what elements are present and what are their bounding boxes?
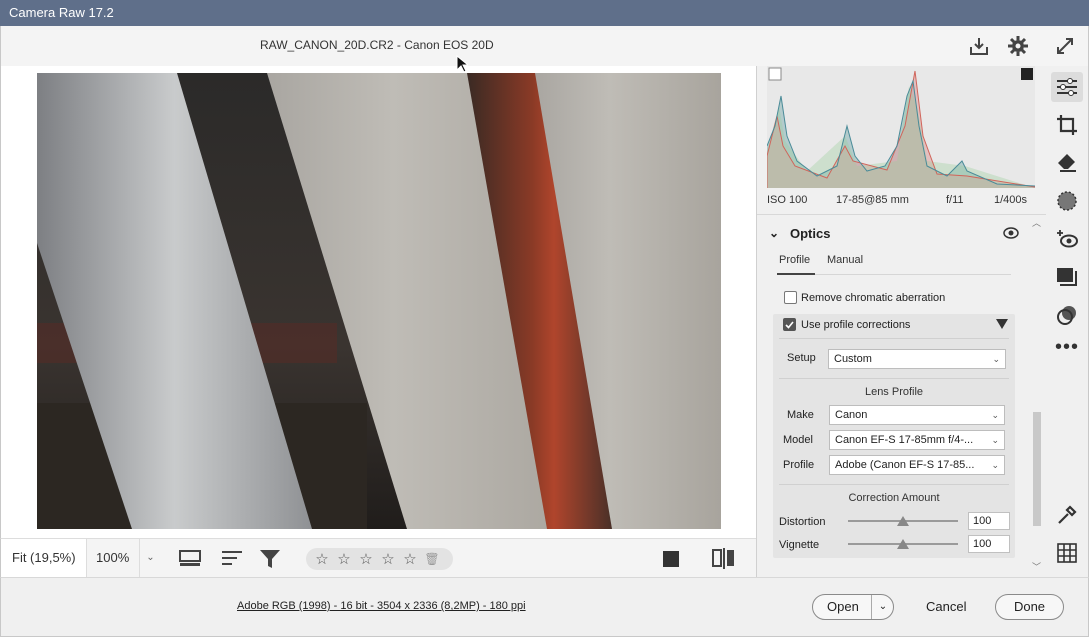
separator — [779, 484, 1009, 485]
panel-scrollbar[interactable]: ︿ ﹀ — [1031, 216, 1043, 576]
zoom-dropdown-icon[interactable]: ⌄ — [139, 539, 161, 577]
divider — [757, 214, 1047, 215]
make-select[interactable]: Canon ⌄ — [829, 405, 1005, 425]
star-3-icon[interactable]: ☆ — [358, 550, 374, 568]
star-4-icon[interactable]: ☆ — [380, 550, 396, 568]
trash-icon[interactable]: 🗑 — [424, 552, 440, 566]
use-profile-label: Use profile corrections — [801, 319, 911, 331]
profile-select[interactable]: Adobe (Canon EF-S 17-85... ⌄ — [829, 455, 1005, 475]
star-rating[interactable]: ☆ ☆ ☆ ☆ ☆ 🗑 — [306, 548, 453, 570]
expand-triangle-icon[interactable] — [996, 319, 1008, 329]
star-5-icon[interactable]: ☆ — [402, 550, 418, 568]
zoom-fit-label: Fit (19,5%) — [12, 550, 76, 565]
chevron-down-icon: ⌄ — [992, 354, 1000, 364]
done-label: Done — [1013, 599, 1046, 614]
save-icon[interactable] — [967, 34, 991, 58]
distortion-value-field[interactable]: 100 — [968, 512, 1010, 530]
cancel-button[interactable]: Cancel — [926, 594, 966, 620]
sort-icon[interactable] — [221, 549, 245, 572]
viewer-toolbar: Fit (19,5%) 100% ⌄ ☆ ☆ ☆ ☆ ☆ 🗑 — [0, 538, 756, 577]
separator — [779, 378, 1009, 379]
gear-icon[interactable] — [1006, 34, 1030, 58]
profile-corrections-group: Use profile corrections Setup Custom ⌄ Le… — [773, 314, 1015, 558]
model-select[interactable]: Canon EF-S 17-85mm f/4-... ⌄ — [829, 430, 1005, 450]
model-value: Canon EF-S 17-85mm f/4-... — [835, 434, 974, 446]
redeye-icon[interactable] — [1051, 224, 1083, 254]
profile-value: Adobe (Canon EF-S 17-85... — [835, 459, 975, 471]
lens-profile-heading: Lens Profile — [864, 386, 924, 398]
vignette-value-field[interactable]: 100 — [968, 535, 1010, 553]
setup-select[interactable]: Custom ⌄ — [828, 349, 1006, 369]
exif-iso: ISO 100 — [767, 194, 808, 206]
grid-icon[interactable] — [1051, 538, 1083, 568]
optics-title[interactable]: Optics — [790, 226, 830, 241]
histogram — [766, 66, 1036, 188]
window-title: Camera Raw 17.2 — [9, 5, 114, 20]
vignette-label: Vignette — [779, 539, 820, 551]
file-name: RAW_CANON_20D.CR2 - Canon EOS 20D — [260, 38, 494, 52]
distortion-label: Distortion — [779, 516, 826, 528]
open-button[interactable]: Open ⌄ — [812, 594, 894, 620]
workflow-options-link[interactable]: Adobe RGB (1998) - 16 bit - 3504 x 2336 … — [237, 600, 526, 612]
eyedropper-icon[interactable] — [1051, 500, 1083, 530]
presets-icon[interactable] — [1051, 262, 1083, 292]
tab-manual[interactable]: Manual — [827, 254, 863, 266]
distortion-slider-thumb[interactable] — [897, 516, 909, 526]
tab-profile[interactable]: Profile — [779, 254, 810, 266]
vignette-slider-thumb[interactable] — [897, 539, 909, 549]
exif-aperture: f/11 — [946, 194, 964, 206]
edit-panel: ISO 100 17-85@85 mm f/11 1/400s ⌄ Optics… — [756, 66, 1047, 577]
fullscreen-icon[interactable] — [1053, 34, 1077, 58]
model-label: Model — [783, 434, 813, 446]
snapshots-icon[interactable] — [1051, 300, 1083, 330]
filmstrip-icon[interactable] — [179, 549, 203, 572]
setup-label: Setup — [787, 352, 816, 364]
done-button[interactable]: Done — [995, 594, 1064, 620]
background-color-icon[interactable] — [663, 551, 679, 567]
window-titlebar: Camera Raw 17.2 — [0, 0, 1089, 26]
chevron-down-icon: ⌄ — [991, 435, 999, 445]
separator — [779, 338, 1009, 339]
profile-label: Profile — [783, 459, 815, 471]
tab-active-indicator — [777, 273, 815, 275]
zoom-fit-button[interactable]: Fit (19,5%) — [1, 539, 87, 577]
scroll-down-icon[interactable]: ﹀ — [1032, 560, 1041, 573]
use-profile-checkbox[interactable] — [783, 318, 796, 331]
star-1-icon[interactable]: ☆ — [314, 550, 330, 568]
exif-shutter: 1/400s — [994, 194, 1028, 206]
zoom-100-button[interactable]: 100% — [87, 539, 139, 577]
filter-icon[interactable] — [259, 548, 283, 573]
image-viewer — [0, 66, 756, 538]
scroll-up-icon[interactable]: ︿ — [1032, 216, 1041, 229]
header: RAW_CANON_20D.CR2 - Canon EOS 20D — [0, 26, 1089, 66]
exif-focal: 17-85@85 mm — [836, 194, 909, 206]
remove-ca-checkbox[interactable] — [784, 291, 797, 304]
collapse-chevron-icon[interactable]: ⌄ — [769, 226, 779, 240]
before-after-icon[interactable] — [712, 548, 736, 573]
eraser-icon[interactable] — [1051, 148, 1083, 178]
zoom-100-label: 100% — [96, 550, 130, 565]
star-2-icon[interactable]: ☆ — [336, 550, 352, 568]
remove-ca-label: Remove chromatic aberration — [801, 292, 946, 304]
edit-sliders-icon[interactable] — [1051, 72, 1083, 102]
footer: Adobe RGB (1998) - 16 bit - 3504 x 2336 … — [0, 577, 1089, 637]
photo-preview — [37, 73, 721, 529]
chevron-down-icon: ⌄ — [991, 410, 999, 420]
correction-amount-heading: Correction Amount — [848, 492, 940, 504]
make-value: Canon — [835, 409, 868, 421]
make-label: Make — [787, 409, 814, 421]
tool-strip: ••• — [1046, 66, 1089, 577]
visibility-eye-icon[interactable] — [1003, 227, 1019, 242]
open-dropdown-icon[interactable]: ⌄ — [871, 595, 894, 619]
setup-value: Custom — [834, 353, 872, 365]
more-icon[interactable]: ••• — [1051, 332, 1083, 362]
crop-icon[interactable] — [1051, 110, 1083, 140]
chevron-down-icon: ⌄ — [991, 460, 999, 470]
scroll-thumb[interactable] — [1033, 412, 1041, 526]
mask-icon[interactable] — [1051, 186, 1083, 216]
open-label: Open — [827, 599, 859, 614]
mouse-cursor-icon — [456, 54, 470, 76]
